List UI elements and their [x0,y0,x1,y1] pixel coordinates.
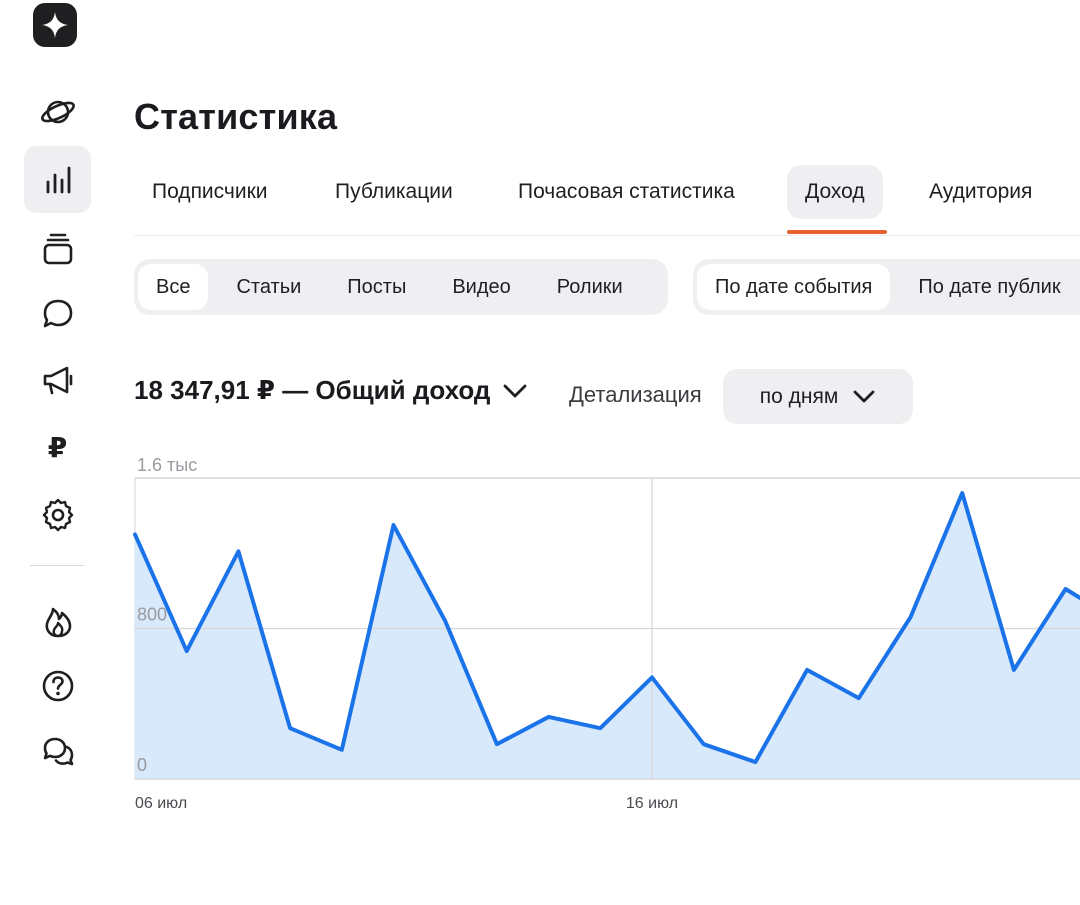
tab-audience[interactable]: Аудитория [911,165,1050,219]
filter-by-event-date[interactable]: По дате события [697,264,891,310]
filter-videos[interactable]: Видео [434,264,528,310]
megaphone-icon [43,366,72,394]
chevron-down-icon [853,390,875,402]
bar-chart-icon [46,166,70,193]
content-type-filter: Все Статьи Посты Видео Ролики [134,259,668,315]
tab-publications[interactable]: Публикации [317,165,471,219]
y-tick-label: 0 [137,755,147,775]
income-chart-svg: 1.6 тыс 800 0 06 июл 16 июл [133,455,1080,812]
total-income-label: 18 347,91 ₽ — Общий доход [134,375,491,405]
rail-item-publications[interactable] [24,215,91,282]
total-income-selector[interactable]: 18 347,91 ₽ — Общий доход [134,375,528,406]
planet-icon [40,100,75,123]
chevron-down-icon [504,384,527,397]
filter-by-publish-date[interactable]: По дате публик [900,264,1078,310]
rail-item-promotion[interactable] [24,346,91,413]
filter-articles[interactable]: Статьи [218,264,319,310]
y-tick-label: 1.6 тыс [137,455,197,475]
detail-label: Детализация [569,382,702,407]
tab-subscribers[interactable]: Подписчики [134,165,286,219]
filter-shorts[interactable]: Ролики [539,264,641,310]
x-tick-label: 06 июл [135,795,187,812]
tab-income[interactable]: Доход [787,165,883,219]
filter-all[interactable]: Все [138,264,209,310]
detail-select[interactable]: по дням [723,369,913,424]
y-tick-label: 800 [137,605,167,625]
rail-item-statistics[interactable] [24,146,91,213]
chat-bubble-icon [43,299,72,327]
rail-item-planet[interactable] [24,78,91,145]
tab-hourly-stats[interactable]: Почасовая статистика [500,165,753,219]
x-tick-label: 16 июл [626,795,678,812]
sparkle-star-icon[interactable] [33,3,77,47]
income-chart: 1.6 тыс 800 0 06 июл 16 июл [0,450,1080,820]
rail-item-comments[interactable] [24,280,91,347]
tabs-divider [134,235,1080,236]
detail-value: по дням [759,384,839,408]
stack-icon [43,233,72,264]
stats-tabs: Подписчики Публикации Почасовая статисти… [134,163,1080,235]
date-mode-filter: По дате события По дате публик [693,259,1080,315]
page-title: Статистика [134,96,338,137]
filter-posts[interactable]: Посты [329,264,424,310]
active-tab-indicator [787,230,887,234]
